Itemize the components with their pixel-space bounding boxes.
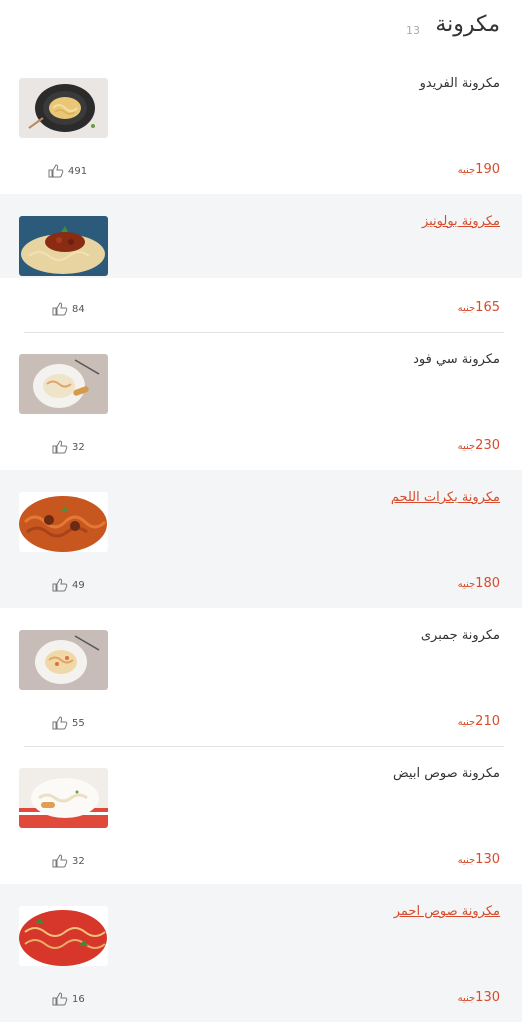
menu-item[interactable]: مكرونة بكرات اللحم 180جنيه 49: [0, 470, 522, 608]
like-count: 32: [72, 441, 85, 453]
pasta-seafood-image: [19, 354, 108, 414]
pasta-meatballs-image: [19, 492, 108, 552]
menu-item[interactable]: مكرونة سي فود 230جنيه 32: [0, 332, 522, 470]
thumbs-up-icon: [52, 302, 68, 316]
item-price: 165جنيه: [457, 300, 500, 315]
section-title: مكرونة: [435, 12, 500, 37]
item-image[interactable]: [19, 78, 108, 138]
section-header: مكرونة 13: [0, 0, 522, 60]
item-price: 130جنيه: [457, 990, 500, 1005]
like-button[interactable]: 55: [52, 716, 85, 730]
item-image[interactable]: [19, 216, 108, 276]
item-price: 210جنيه: [457, 714, 500, 729]
item-name[interactable]: مكرونة صوص ابيض: [393, 766, 500, 781]
item-name[interactable]: مكرونة بكرات اللحم: [391, 490, 500, 505]
pasta-shrimp-image: [19, 630, 108, 690]
pasta-white-sauce-image: [19, 768, 108, 828]
item-price: 130جنيه: [457, 852, 500, 867]
pasta-bolognese-image: [19, 216, 108, 276]
item-name[interactable]: مكرونة بولونيز: [422, 214, 500, 229]
pasta-alfredo-image: [19, 78, 108, 138]
item-name[interactable]: مكرونة الفريدو: [420, 76, 500, 91]
thumbs-up-icon: [48, 164, 64, 178]
like-count: 55: [72, 717, 85, 729]
like-button[interactable]: 32: [52, 854, 85, 868]
like-button[interactable]: 32: [52, 440, 85, 454]
divider: [24, 332, 504, 333]
like-button[interactable]: 84: [52, 302, 85, 316]
menu-item[interactable]: مكرونة صوص ابيض 130جنيه 32: [0, 746, 522, 884]
item-image[interactable]: [19, 906, 108, 966]
item-name[interactable]: مكرونة جمبرى: [421, 628, 500, 643]
menu-item[interactable]: مكرونة الفريدو 190جنيه 491: [0, 56, 522, 194]
menu-item[interactable]: مكرونة صوص احمر 130جنيه 16: [0, 884, 522, 1022]
menu-item[interactable]: مكرونة بولونيز 165جنيه 84: [0, 194, 522, 332]
item-image[interactable]: [19, 630, 108, 690]
item-name[interactable]: مكرونة صوص احمر: [394, 904, 500, 919]
like-count: 32: [72, 855, 85, 867]
like-button[interactable]: 49: [52, 578, 85, 592]
divider: [24, 746, 504, 747]
pasta-red-sauce-image: [19, 906, 108, 966]
like-button[interactable]: 491: [48, 164, 87, 178]
thumbs-up-icon: [52, 854, 68, 868]
like-count: 49: [72, 579, 85, 591]
menu-item[interactable]: مكرونة جمبرى 210جنيه 55: [0, 608, 522, 746]
thumbs-up-icon: [52, 992, 68, 1006]
like-count: 84: [72, 303, 85, 315]
item-count: 13: [406, 24, 420, 37]
item-image[interactable]: [19, 768, 108, 828]
like-count: 491: [68, 165, 88, 177]
item-price: 230جنيه: [457, 438, 500, 453]
like-button[interactable]: 16: [52, 992, 85, 1006]
item-price: 180جنيه: [457, 576, 500, 591]
item-image[interactable]: [19, 492, 108, 552]
item-image[interactable]: [19, 354, 108, 414]
like-count: 16: [72, 993, 85, 1005]
thumbs-up-icon: [52, 440, 68, 454]
item-name[interactable]: مكرونة سي فود: [413, 352, 500, 367]
thumbs-up-icon: [52, 578, 68, 592]
item-price: 190جنيه: [457, 162, 500, 177]
thumbs-up-icon: [52, 716, 68, 730]
